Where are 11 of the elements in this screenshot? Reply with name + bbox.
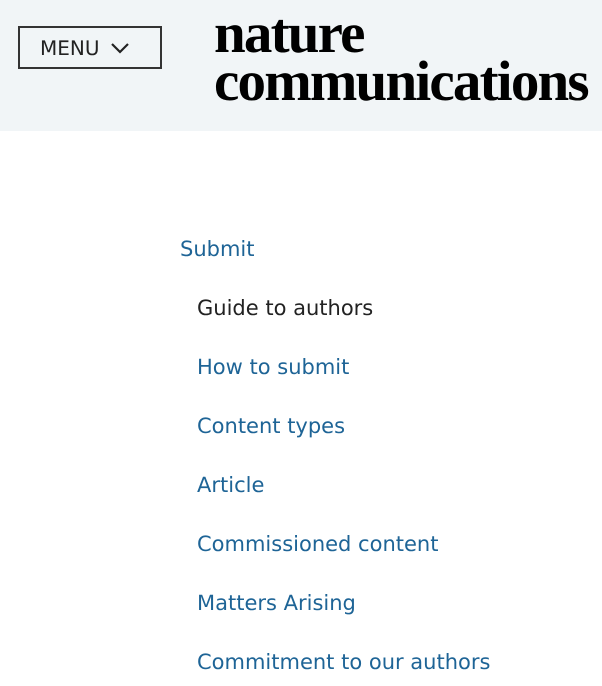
menu-button[interactable]: MENU — [18, 26, 162, 69]
nav-link[interactable]: Article — [197, 456, 264, 515]
nav-link[interactable]: Commissioned content — [197, 515, 438, 574]
nav-heading-link[interactable]: Submit — [180, 220, 254, 279]
nav-link[interactable]: Commitment to our authors — [197, 633, 490, 686]
nav-link[interactable]: Guide to authors — [197, 279, 374, 338]
nav-link[interactable]: How to submit — [197, 338, 350, 397]
chevron-down-icon — [110, 42, 130, 54]
nav-link[interactable]: Content types — [197, 397, 346, 456]
nav-link[interactable]: Matters Arising — [197, 574, 356, 633]
logo-text[interactable]: nature communications — [214, 0, 588, 106]
